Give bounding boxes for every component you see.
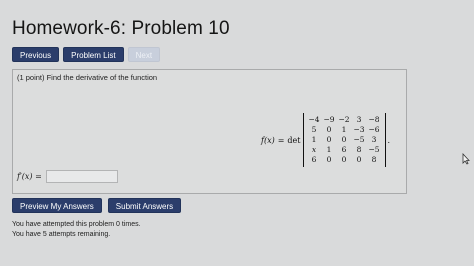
matrix-cell: 1 <box>311 135 317 144</box>
answer-actions: Preview My Answers Submit Answers <box>12 198 182 213</box>
matrix-cell: 1 <box>326 145 332 154</box>
problem-navigation: Previous Problem List Next <box>12 47 161 62</box>
matrix-cell: 3 <box>371 135 377 144</box>
equals-sign: = <box>277 135 285 145</box>
determinant-matrix: −4 −9 −2 3 −8 5 0 1 −3 −6 1 0 0 −5 3 x 1 6 8 −5 6 0 0 0 8 <box>302 113 386 167</box>
matrix-cell: 1 <box>341 125 347 134</box>
matrix-cell: 0 <box>341 155 347 164</box>
matrix-cell: 0 <box>326 125 332 134</box>
remaining-text: You have 5 attempts remaining. <box>12 231 111 238</box>
page-title: Homework-6: Problem 10 <box>12 18 230 39</box>
matrix-cell: 8 <box>371 155 377 164</box>
previous-button[interactable]: Previous <box>12 47 60 62</box>
answer-label: f′(x) = <box>17 172 42 181</box>
matrix-cell: 6 <box>311 155 317 164</box>
period: . <box>387 135 391 145</box>
attempted-text: You have attempted this problem 0 times. <box>12 221 141 228</box>
function-lhs: f(x) <box>261 135 275 145</box>
next-button[interactable]: Next <box>127 47 161 62</box>
matrix-cell: −6 <box>368 125 380 134</box>
attempt-status: You have attempted this problem 0 times.… <box>12 220 141 240</box>
matrix-cell: 0 <box>326 135 332 144</box>
det-label: det <box>287 135 301 145</box>
matrix-cell: 8 <box>356 145 362 154</box>
matrix-cell: −3 <box>353 125 365 134</box>
matrix-cell: −8 <box>368 115 380 124</box>
matrix-cell: −5 <box>368 145 380 154</box>
matrix-cell: −2 <box>338 115 350 124</box>
matrix-cell: 0 <box>341 135 347 144</box>
matrix-cell: −5 <box>353 135 365 144</box>
matrix-cell: x <box>311 145 317 154</box>
matrix-cell: −9 <box>323 115 335 124</box>
problem-panel: (1 point) Find the derivative of the fun… <box>12 69 407 194</box>
mouse-pointer-icon <box>462 153 470 165</box>
submit-answers-button[interactable]: Submit Answers <box>107 198 182 213</box>
answer-row: f′(x) = <box>17 170 118 183</box>
matrix-cell: 6 <box>341 145 347 154</box>
matrix-cell: −4 <box>308 115 320 124</box>
matrix-cell: 0 <box>356 155 362 164</box>
matrix-cell: 3 <box>356 115 362 124</box>
matrix-cell: 0 <box>326 155 332 164</box>
preview-answers-button[interactable]: Preview My Answers <box>12 198 102 213</box>
function-definition: f(x) = det −4 −9 −2 3 −8 5 0 1 −3 −6 1 0 0 −5 3 x 1 6 8 −5 6… <box>261 113 390 167</box>
problem-prompt: (1 point) Find the derivative of the fun… <box>17 73 158 82</box>
matrix-cell: 5 <box>311 125 317 134</box>
problem-list-button[interactable]: Problem List <box>63 47 124 62</box>
answer-input[interactable] <box>45 170 118 183</box>
